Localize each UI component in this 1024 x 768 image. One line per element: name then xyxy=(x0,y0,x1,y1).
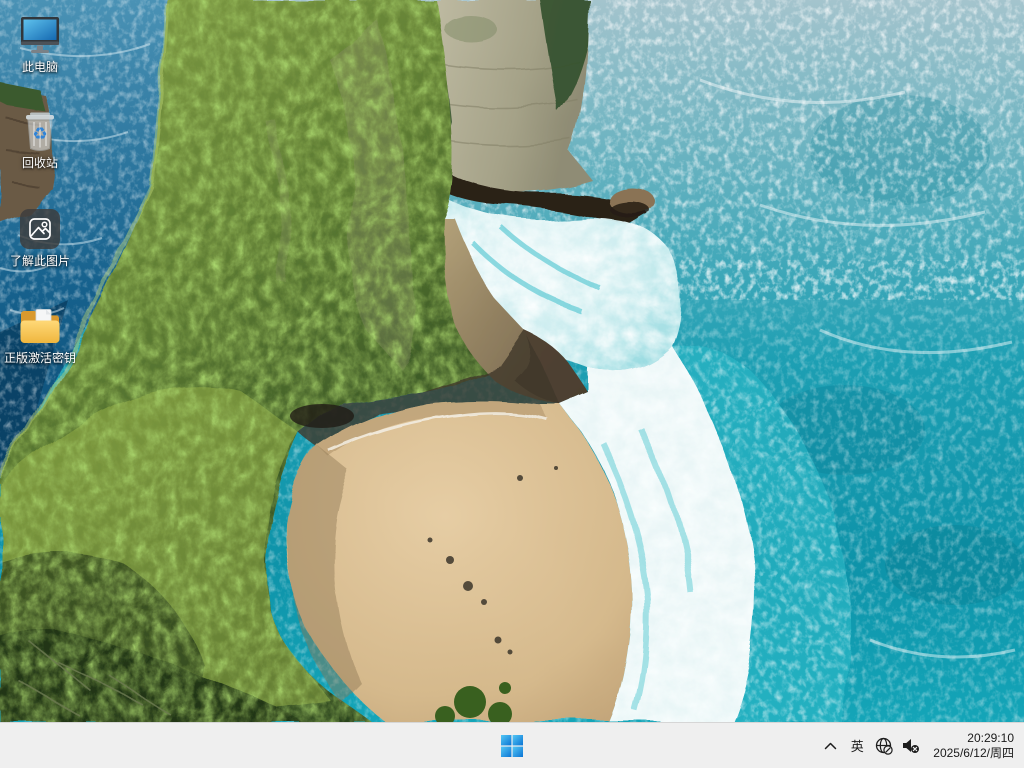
tray-volume-button[interactable] xyxy=(897,727,923,765)
recycle-bin-icon: ♻ xyxy=(16,108,64,154)
desktop-icon-learn-about-this-picture[interactable]: 了解此图片 xyxy=(2,206,78,268)
desktop-icon-label: 此电脑 xyxy=(21,60,58,74)
desktop-icon-recycle-bin[interactable]: ♻ 回收站 xyxy=(2,108,78,170)
desktop: 此电脑 ♻ 回收站 了解此图片 正版激活密钥 英 20:29:10 2025/6… xyxy=(0,0,1024,768)
tray-network-button[interactable] xyxy=(871,727,897,765)
folder-icon xyxy=(16,303,64,349)
tray-input-language-button[interactable]: 英 xyxy=(843,727,871,765)
clock-date: 2025/6/12/周四 xyxy=(933,745,1014,760)
desktop-icon-genuine-activation-key[interactable]: 正版激活密钥 xyxy=(2,303,78,365)
this-pc-icon xyxy=(16,12,64,58)
picture-info-icon xyxy=(16,206,64,252)
desktop-icon-label: 回收站 xyxy=(21,156,58,170)
tray-show-hidden-icons-button[interactable] xyxy=(817,727,843,765)
chevron-up-icon xyxy=(824,742,837,749)
taskbar: 英 20:29:10 2025/6/12/周四 xyxy=(0,722,1024,768)
desktop-icon-label: 正版激活密钥 xyxy=(3,351,76,365)
globe-no-internet-icon xyxy=(876,737,893,755)
clock-time: 20:29:10 xyxy=(967,730,1014,745)
speaker-muted-icon xyxy=(902,739,919,753)
system-tray: 英 20:29:10 2025/6/12/周四 xyxy=(817,723,1018,768)
tray-clock[interactable]: 20:29:10 2025/6/12/周四 xyxy=(929,727,1018,765)
windows-logo-icon xyxy=(501,734,523,757)
wallpaper-image xyxy=(0,0,1024,722)
svg-text:♻: ♻ xyxy=(32,125,47,144)
desktop-icon-label: 了解此图片 xyxy=(9,254,70,268)
start-button[interactable] xyxy=(492,726,532,766)
desktop-icon-this-pc[interactable]: 此电脑 xyxy=(2,12,78,74)
